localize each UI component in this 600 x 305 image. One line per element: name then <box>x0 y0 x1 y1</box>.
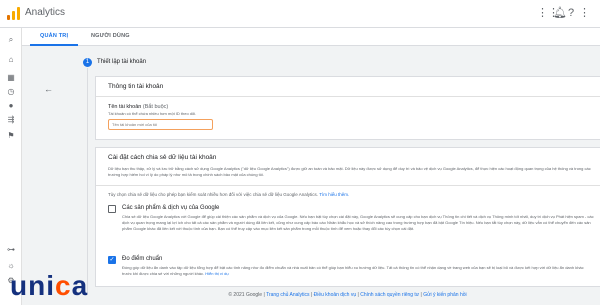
tab-admin[interactable]: QUẢN TRỊ <box>40 33 68 39</box>
data-sharing-description: Dữ liệu bạn thu thập, xử lý và lưu trữ b… <box>108 166 591 177</box>
search-icon[interactable]: ⌕ <box>6 35 16 45</box>
footer-home-link[interactable]: Trang chủ Analytics <box>266 292 309 298</box>
footer-terms-link[interactable]: Điều khoản dịch vụ <box>314 292 357 298</box>
footer-feedback-link[interactable]: Gửi ý kiến phản hồi <box>423 292 466 298</box>
customize-icon[interactable]: ▦ <box>6 73 16 83</box>
option-title: Đo điểm chuẩn <box>122 256 163 262</box>
footer-copyright: © 2021 Google <box>228 292 263 298</box>
more-icon[interactable]: ⋮ <box>579 7 590 19</box>
tab-bar: QUẢN TRỊ NGƯỜI DÙNG <box>0 28 600 46</box>
google-products-checkbox[interactable] <box>108 205 116 213</box>
data-sharing-heading: Cài đặt cách chia sẻ dữ liệu tài khoản <box>108 154 217 161</box>
option-title: Các sản phẩm & dịch vụ của Google <box>122 205 220 211</box>
account-info-card: Thông tin tài khoản Tên tài khoản (Bắt b… <box>95 76 600 140</box>
benchmarking-checkbox[interactable]: ✓ <box>108 256 116 264</box>
left-nav: ⌕ ⌂ ▦ ◷ ● ⇶ ⚑ ⊶ ☼ ⚙ <box>0 28 22 305</box>
analytics-logo-icon[interactable] <box>6 6 20 20</box>
required-marker: (Bắt buộc) <box>142 104 169 110</box>
learn-more-link[interactable]: Tìm hiểu thêm. <box>319 192 349 197</box>
help-icon[interactable]: ? <box>568 7 574 19</box>
data-sharing-note-text: Tùy chọn chia sẻ dữ liệu cho phép bạn ki… <box>108 192 319 197</box>
branch-icon[interactable]: ⇶ <box>6 115 16 125</box>
footer-privacy-link[interactable]: Chính sách quyền riêng tư <box>360 292 419 298</box>
top-bar: Analytics ⋮⋮ 🔔︎ ? ⋮ <box>0 0 600 28</box>
tab-users[interactable]: NGƯỜI DÙNG <box>91 33 130 39</box>
account-name-label-text: Tên tài khoản <box>108 104 142 110</box>
divider <box>96 185 600 186</box>
unica-watermark-logo: unica <box>10 270 89 301</box>
app-title: Analytics <box>25 7 66 18</box>
step-title: Thiết lập tài khoản <box>97 59 147 65</box>
home-icon[interactable]: ⌂ <box>6 55 16 65</box>
flag-icon[interactable]: ⚑ <box>6 131 16 141</box>
option-description-text: Đóng góp dữ liệu ẩn danh vào tập dữ liệu… <box>122 265 584 276</box>
show-example-link[interactable]: Hiển thị ví dụ <box>205 271 228 276</box>
account-name-label: Tên tài khoản (Bắt buộc) <box>108 104 168 110</box>
bell-icon[interactable]: 🔔︎ <box>553 7 567 19</box>
person-icon[interactable]: ● <box>6 101 16 111</box>
account-info-heading: Thông tin tài khoản <box>108 83 164 90</box>
data-sharing-card: Cài đặt cách chia sẻ dữ liệu tài khoản D… <box>95 147 600 287</box>
account-name-input[interactable] <box>108 119 213 130</box>
data-sharing-note: Tùy chọn chia sẻ dữ liệu cho phép bạn ki… <box>108 192 349 197</box>
account-name-hint: Tài khoản có thể chứa nhiều hơn một ID t… <box>108 111 197 116</box>
back-arrow-icon[interactable]: ← <box>44 84 53 94</box>
step-number: 1 <box>83 58 92 67</box>
divider <box>96 96 600 97</box>
option-description: Đóng góp dữ liệu ẩn danh vào tập dữ liệu… <box>122 265 594 277</box>
footer: © 2021 Google | Trang chủ Analytics | Đi… <box>228 292 467 298</box>
link-icon[interactable]: ⊶ <box>6 245 16 255</box>
step-connector <box>87 68 88 293</box>
option-description: Chia sẻ dữ liệu Google Analytics với Goo… <box>122 214 594 231</box>
active-tab-indicator <box>30 44 78 46</box>
clock-icon[interactable]: ◷ <box>6 87 16 97</box>
